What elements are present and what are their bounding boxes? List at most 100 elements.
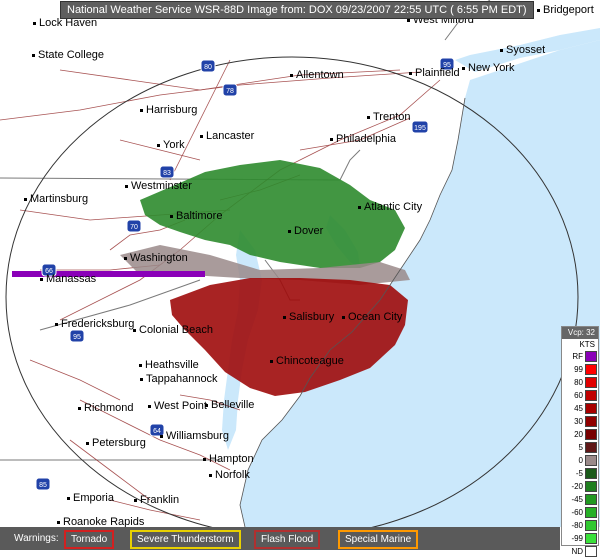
city-norfolk: Norfolk [209,469,250,481]
city-marker-icon [124,256,127,260]
city-marker-icon [57,520,60,524]
legend-entry: 80 [562,376,598,389]
city-marker-icon [203,457,206,461]
legend-entry-label: 80 [574,378,583,387]
city-marker-icon [200,134,203,138]
city-marker-icon [24,197,27,201]
legend-entry-label: 20 [574,430,583,439]
legend-units: KTS [579,340,595,349]
legend-entry: -99 [562,532,598,545]
warning-special-marine-button[interactable]: Special Marine [338,530,419,549]
city-west-point: West Point [148,400,207,412]
city-marker-icon [86,441,89,445]
city-label: Ocean City [348,311,403,323]
city-label: Philadelphia [336,133,396,145]
city-trenton: Trenton [367,111,411,123]
legend-swatch [585,351,597,362]
city-marker-icon [148,404,151,408]
city-heathsville: Heathsville [139,359,199,371]
city-marker-icon [67,496,70,500]
shield-i70: 70 [126,219,142,233]
city-marker-icon [283,315,286,319]
legend-entry-label: -45 [571,495,583,504]
city-label: York [163,139,185,151]
city-label: Syosset [506,44,546,56]
city-marker-icon [40,277,43,281]
city-label: Petersburg [92,437,146,449]
warning-severe-thunderstorm-button[interactable]: Severe Thunderstorm [130,530,241,549]
shield-i78: 78 [222,83,238,97]
city-label: Bridgeport [543,4,594,16]
legend-entry-label: -20 [571,482,583,491]
city-marker-icon [537,8,540,12]
radar-title-bar: National Weather Service WSR-88D Image f… [60,1,534,19]
legend-entry-label: 0 [578,456,583,465]
shield-i195: 195 [411,120,429,134]
city-marker-icon [288,229,291,233]
city-label: Norfolk [215,469,250,481]
shield-label: 85 [39,482,47,489]
legend-entry: 20 [562,428,598,441]
city-new-york: New York [462,62,514,74]
city-label: Franklin [140,494,180,506]
city-harrisburg: Harrisburg [140,104,197,116]
legend-entry-label: 30 [574,417,583,426]
city-belleville: Belleville [205,399,254,411]
legend-swatch [585,468,597,479]
legend-entry: -20 [562,480,598,493]
shield-label: 70 [130,224,138,231]
city-dover: Dover [288,225,323,237]
city-label: Dover [294,225,324,237]
legend-entry-label: ND [571,547,583,556]
city-label: Allentown [296,69,344,81]
city-plainfield: Plainfield [409,67,460,79]
city-label: State College [38,49,105,61]
legend-entry: -80 [562,519,598,532]
legend-entry-label: 60 [574,391,583,400]
city-label: Harrisburg [146,104,198,116]
city-martinsburg: Martinsburg [24,193,88,205]
legend-entry: -45 [562,493,598,506]
city-marker-icon [209,473,212,477]
warning-flash-flood-button[interactable]: Flash Flood [254,530,321,549]
city-marker-icon [140,108,143,112]
city-tappahannock: Tappahannock [140,373,218,385]
city-marker-icon [78,406,81,410]
city-label: Williamsburg [166,430,229,442]
city-label: Colonial Beach [139,324,213,336]
legend-entry-label: RF [572,352,583,361]
city-label: Fredericksburg [61,318,135,330]
city-ocean-city: Ocean City [342,311,402,323]
city-franklin: Franklin [134,494,179,506]
city-label: Belleville [211,399,255,411]
city-philadelphia: Philadelphia [330,133,396,145]
shield-label: 195 [414,125,426,132]
city-washington: Washington [124,252,188,264]
city-marker-icon [139,363,142,367]
warning-tornado-button[interactable]: Tornado [64,530,115,549]
legend-entry: 30 [562,415,598,428]
city-marker-icon [32,53,35,57]
city-label: Chincoteague [276,355,344,367]
legend-entry: RF [562,350,598,363]
city-chincoteague: Chincoteague [270,355,344,367]
city-label: Salisbury [289,311,335,323]
city-fredericksburg: Fredericksburg [55,318,134,330]
legend-entry-label: -80 [571,521,583,530]
legend-swatch [585,403,597,414]
city-hampton: Hampton [203,453,254,465]
city-marker-icon [170,214,173,218]
shield-label: 78 [226,88,234,95]
city-marker-icon [409,71,412,75]
city-emporia: Emporia [67,492,114,504]
city-marker-icon [342,315,345,319]
city-marker-icon [407,18,410,22]
city-richmond: Richmond [78,402,134,414]
city-marker-icon [462,66,465,70]
legend-entry-label: -60 [571,508,583,517]
legend-entry: 60 [562,389,598,402]
city-label: Washington [130,252,188,264]
legend-entry: -5 [562,467,598,480]
city-marker-icon [157,143,160,147]
city-label: Plainfield [415,67,460,79]
